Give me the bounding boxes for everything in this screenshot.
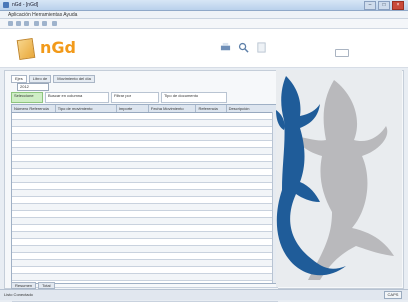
- lizard-art-icon: [276, 76, 394, 280]
- table-row[interactable]: [12, 225, 278, 232]
- window-controls: – □ ×: [364, 1, 404, 10]
- tab-libro[interactable]: Libro de: [28, 75, 52, 83]
- table-row[interactable]: [12, 246, 278, 253]
- status-indicator: CAPS: [384, 291, 402, 299]
- lizard-illustration: [276, 70, 402, 287]
- bottom-tabs: Resumen Total: [11, 282, 55, 289]
- table-row[interactable]: [12, 120, 278, 127]
- logo-icon: [16, 37, 36, 61]
- maximize-button[interactable]: □: [378, 1, 390, 10]
- search-icon[interactable]: [238, 42, 249, 53]
- table-row[interactable]: [12, 148, 278, 155]
- table-row[interactable]: [12, 211, 278, 218]
- minimize-button[interactable]: –: [364, 1, 376, 10]
- app-icon: [3, 2, 9, 8]
- title-bar: nGd - [nGd] – □ ×: [0, 0, 408, 11]
- undo-icon[interactable]: [34, 21, 39, 26]
- column-header[interactable]: Fecha Movimiento: [149, 105, 197, 112]
- column-header[interactable]: Descripción: [227, 105, 278, 112]
- grid-rows: [12, 113, 278, 302]
- brand-logo: nGd: [40, 38, 76, 57]
- table-row[interactable]: [12, 127, 278, 134]
- menu-items[interactable]: Aplicación Herramientas Ayuda: [8, 12, 77, 18]
- table-row[interactable]: [12, 190, 278, 197]
- table-row[interactable]: [12, 155, 278, 162]
- lock-icon[interactable]: [335, 49, 349, 57]
- table-row[interactable]: [12, 141, 278, 148]
- table-row[interactable]: [12, 253, 278, 260]
- table-row[interactable]: [12, 176, 278, 183]
- table-row[interactable]: [12, 183, 278, 190]
- filter-row: Seleccione Buscar en columna Filtrar por…: [11, 92, 279, 103]
- save-icon[interactable]: [24, 21, 29, 26]
- column-header[interactable]: Tipo de movimiento: [56, 105, 117, 112]
- filter-filtrar[interactable]: Filtrar por: [111, 92, 159, 103]
- table-row[interactable]: [12, 162, 278, 169]
- table-row[interactable]: [12, 274, 278, 281]
- redo-icon[interactable]: [42, 21, 47, 26]
- column-header[interactable]: Importe: [117, 105, 149, 112]
- status-text: Listo Conectado: [4, 292, 33, 297]
- column-header[interactable]: Referencia: [196, 105, 227, 112]
- table-row[interactable]: [12, 260, 278, 267]
- table-row[interactable]: [12, 267, 278, 274]
- table-row[interactable]: [12, 197, 278, 204]
- column-header[interactable]: Número Referencia: [12, 105, 56, 112]
- filter-seleccione[interactable]: Seleccione: [11, 92, 43, 103]
- brand-header: nGd: [0, 29, 408, 68]
- grid-header: Número Referencia Tipo de movimiento Imp…: [12, 105, 278, 113]
- table-row[interactable]: [12, 134, 278, 141]
- year-select[interactable]: 2012: [17, 83, 49, 91]
- close-button[interactable]: ×: [392, 1, 404, 10]
- tab-resumen[interactable]: Resumen: [11, 282, 37, 289]
- print-tool-icon[interactable]: [220, 42, 231, 53]
- quick-access-toolbar: [0, 19, 408, 29]
- status-bar: Listo Conectado CAPS: [0, 289, 408, 300]
- data-grid[interactable]: Número Referencia Tipo de movimiento Imp…: [11, 104, 279, 302]
- top-tabs: Ejes Libro de Movimiento del día: [11, 75, 95, 83]
- table-row[interactable]: [12, 204, 278, 211]
- tab-ejes[interactable]: Ejes: [11, 75, 27, 83]
- document-icon[interactable]: [256, 42, 267, 53]
- open-icon[interactable]: [16, 21, 21, 26]
- menu-bar: Aplicación Herramientas Ayuda: [0, 11, 408, 19]
- table-row[interactable]: [12, 113, 278, 120]
- tab-total[interactable]: Total: [38, 282, 55, 289]
- new-icon[interactable]: [8, 21, 13, 26]
- table-row[interactable]: [12, 239, 278, 246]
- table-row[interactable]: [12, 218, 278, 225]
- print-icon[interactable]: [52, 21, 57, 26]
- filter-tipo-documento[interactable]: Tipo de documento: [161, 92, 227, 103]
- tab-movimiento[interactable]: Movimiento del día: [53, 75, 95, 83]
- table-row[interactable]: [12, 169, 278, 176]
- window-title: nGd - [nGd]: [12, 2, 39, 8]
- filter-buscar[interactable]: Buscar en columna: [45, 92, 109, 103]
- table-row[interactable]: [12, 232, 278, 239]
